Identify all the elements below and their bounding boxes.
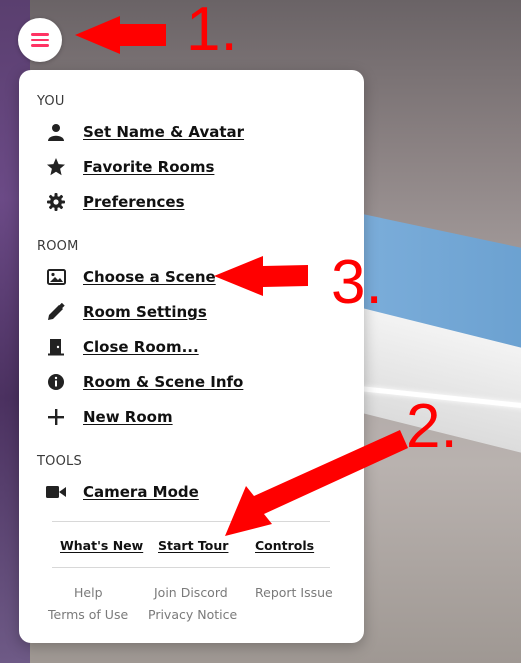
menu-item-room-settings[interactable]: Room Settings: [46, 300, 207, 324]
whats-new-link[interactable]: What's New: [60, 538, 143, 553]
privacy-notice-link[interactable]: Privacy Notice: [148, 607, 237, 622]
divider: [52, 567, 330, 568]
menu-item-close-room[interactable]: Close Room...: [46, 335, 199, 359]
door-icon: [46, 337, 66, 357]
main-menu-panel: YOU Set Name & Avatar Favorite Rooms Pre…: [19, 70, 364, 643]
section-title-tools: TOOLS: [37, 454, 82, 469]
start-tour-link[interactable]: Start Tour: [158, 538, 228, 553]
menu-item-preferences[interactable]: Preferences: [46, 190, 185, 214]
person-icon: [46, 122, 66, 142]
section-title-room: ROOM: [37, 239, 79, 254]
plus-icon: [46, 407, 66, 427]
report-issue-link[interactable]: Report Issue: [255, 585, 333, 600]
terms-of-use-link[interactable]: Terms of Use: [48, 607, 128, 622]
annotation-label-3: 3.: [331, 248, 383, 317]
hamburger-menu-button[interactable]: [18, 18, 62, 62]
image-icon: [46, 267, 66, 287]
menu-item-label: Set Name & Avatar: [83, 123, 245, 141]
info-icon: [46, 372, 66, 392]
menu-item-label: New Room: [83, 408, 173, 426]
annotation-label-2: 2.: [406, 392, 458, 461]
pencil-icon: [46, 302, 66, 322]
menu-item-favorite-rooms[interactable]: Favorite Rooms: [46, 155, 214, 179]
menu-item-label: Close Room...: [83, 338, 199, 356]
menu-item-label: Room Settings: [83, 303, 207, 321]
menu-item-choose-scene[interactable]: Choose a Scene: [46, 265, 216, 289]
video-camera-icon: [46, 482, 66, 502]
join-discord-link[interactable]: Join Discord: [154, 585, 228, 600]
menu-item-room-scene-info[interactable]: Room & Scene Info: [46, 370, 243, 394]
menu-item-label: Favorite Rooms: [83, 158, 215, 176]
menu-item-label: Choose a Scene: [83, 268, 216, 286]
menu-item-label: Camera Mode: [83, 483, 199, 501]
gear-icon: [46, 192, 66, 212]
section-title-you: YOU: [37, 94, 65, 109]
menu-item-set-name-avatar[interactable]: Set Name & Avatar: [46, 120, 244, 144]
menu-item-camera-mode[interactable]: Camera Mode: [46, 480, 199, 504]
controls-link[interactable]: Controls: [255, 538, 314, 553]
help-link[interactable]: Help: [74, 585, 103, 600]
menu-item-label: Preferences: [83, 193, 185, 211]
star-icon: [46, 157, 66, 177]
annotation-label-1: 1.: [186, 0, 238, 64]
divider: [52, 521, 330, 522]
menu-item-label: Room & Scene Info: [83, 373, 244, 391]
hamburger-icon: [31, 33, 49, 47]
menu-item-new-room[interactable]: New Room: [46, 405, 173, 429]
